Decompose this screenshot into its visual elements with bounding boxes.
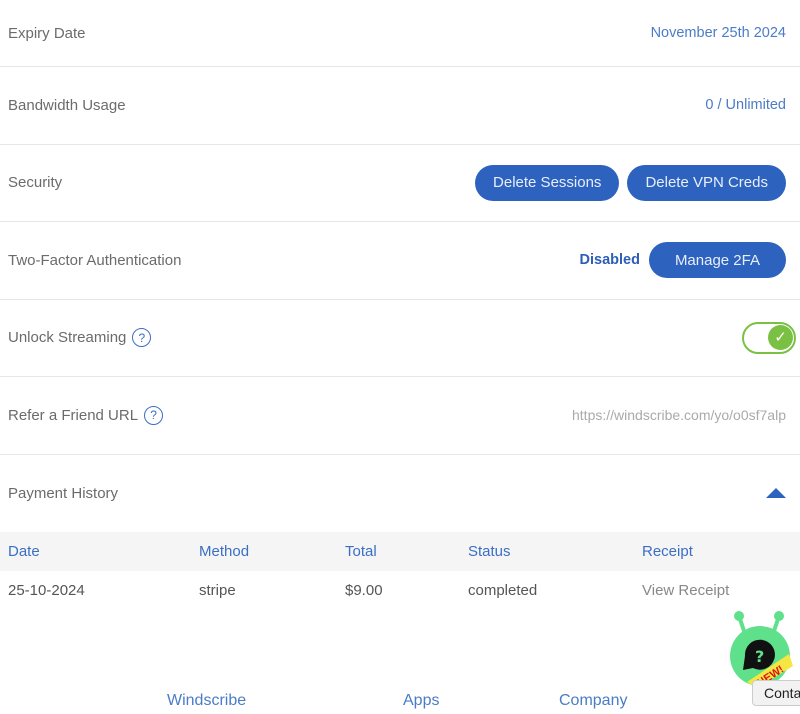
bandwidth-label: Bandwidth Usage (8, 96, 126, 114)
expiry-row: Expiry Date November 25th 2024 (0, 0, 800, 67)
bandwidth-value: 0 / Unlimited (705, 97, 786, 114)
refer-label: Refer a Friend URL (8, 406, 139, 424)
twofa-status: Disabled (579, 252, 640, 269)
contact-button[interactable]: Contact (752, 680, 800, 706)
cell-method: stripe (199, 581, 236, 599)
refer-row: Refer a Friend URL? https://windscribe.c… (0, 377, 800, 455)
streaming-row: Unlock Streaming? ✓ (0, 300, 800, 377)
streaming-label: Unlock Streaming (8, 329, 127, 347)
col-method: Method (191, 532, 337, 571)
chat-bot-icon[interactable]: ? NEW! (727, 610, 793, 686)
streaming-toggle[interactable]: ✓ (742, 321, 796, 354)
manage-2fa-button[interactable]: Manage 2FA (648, 242, 786, 279)
col-status: Status (460, 532, 634, 571)
col-total: Total (337, 532, 460, 571)
table-row: 25-10-2024 stripe $9.00 completed View R… (0, 571, 800, 609)
bandwidth-row: Bandwidth Usage 0 / Unlimited (0, 67, 800, 145)
collapse-arrow-icon[interactable] (766, 488, 786, 499)
svg-text:?: ? (755, 647, 764, 666)
view-receipt-link[interactable]: View Receipt (634, 571, 800, 609)
account-settings: Expiry Date November 25th 2024 Bandwidth… (0, 0, 800, 532)
help-icon[interactable]: ? (132, 328, 152, 348)
footer-link-company[interactable]: Company (559, 692, 627, 710)
col-receipt: Receipt (634, 532, 800, 571)
twofa-row: Two-Factor Authentication Disabled Manag… (0, 222, 800, 300)
expiry-value: November 25th 2024 (650, 25, 786, 41)
col-date: Date (0, 532, 191, 571)
delete-vpn-creds-button[interactable]: Delete VPN Creds (627, 164, 786, 201)
refer-url[interactable]: https://windscribe.com/yo/o0sf7alp (572, 407, 786, 423)
security-label: Security (8, 174, 63, 192)
cell-status: completed (468, 581, 538, 599)
payment-history-label: Payment History (8, 484, 119, 502)
footer-link-apps[interactable]: Apps (403, 692, 439, 710)
twofa-label: Two-Factor Authentication (8, 251, 182, 269)
footer-nav: Windscribe Apps Company (0, 692, 800, 714)
security-row: Security Delete Sessions Delete VPN Cred… (0, 145, 800, 222)
cell-date: 25-10-2024 (8, 581, 85, 599)
payment-history-row[interactable]: Payment History (0, 455, 800, 533)
help-icon[interactable]: ? (144, 405, 164, 425)
payment-table: Date Method Total Status Receipt 25-10-2… (0, 532, 800, 609)
check-icon: ✓ (768, 324, 793, 350)
expiry-label: Expiry Date (8, 24, 86, 42)
cell-total: $9.00 (345, 581, 383, 599)
footer-link-windscribe[interactable]: Windscribe (167, 692, 246, 710)
delete-sessions-button[interactable]: Delete Sessions (475, 164, 620, 201)
